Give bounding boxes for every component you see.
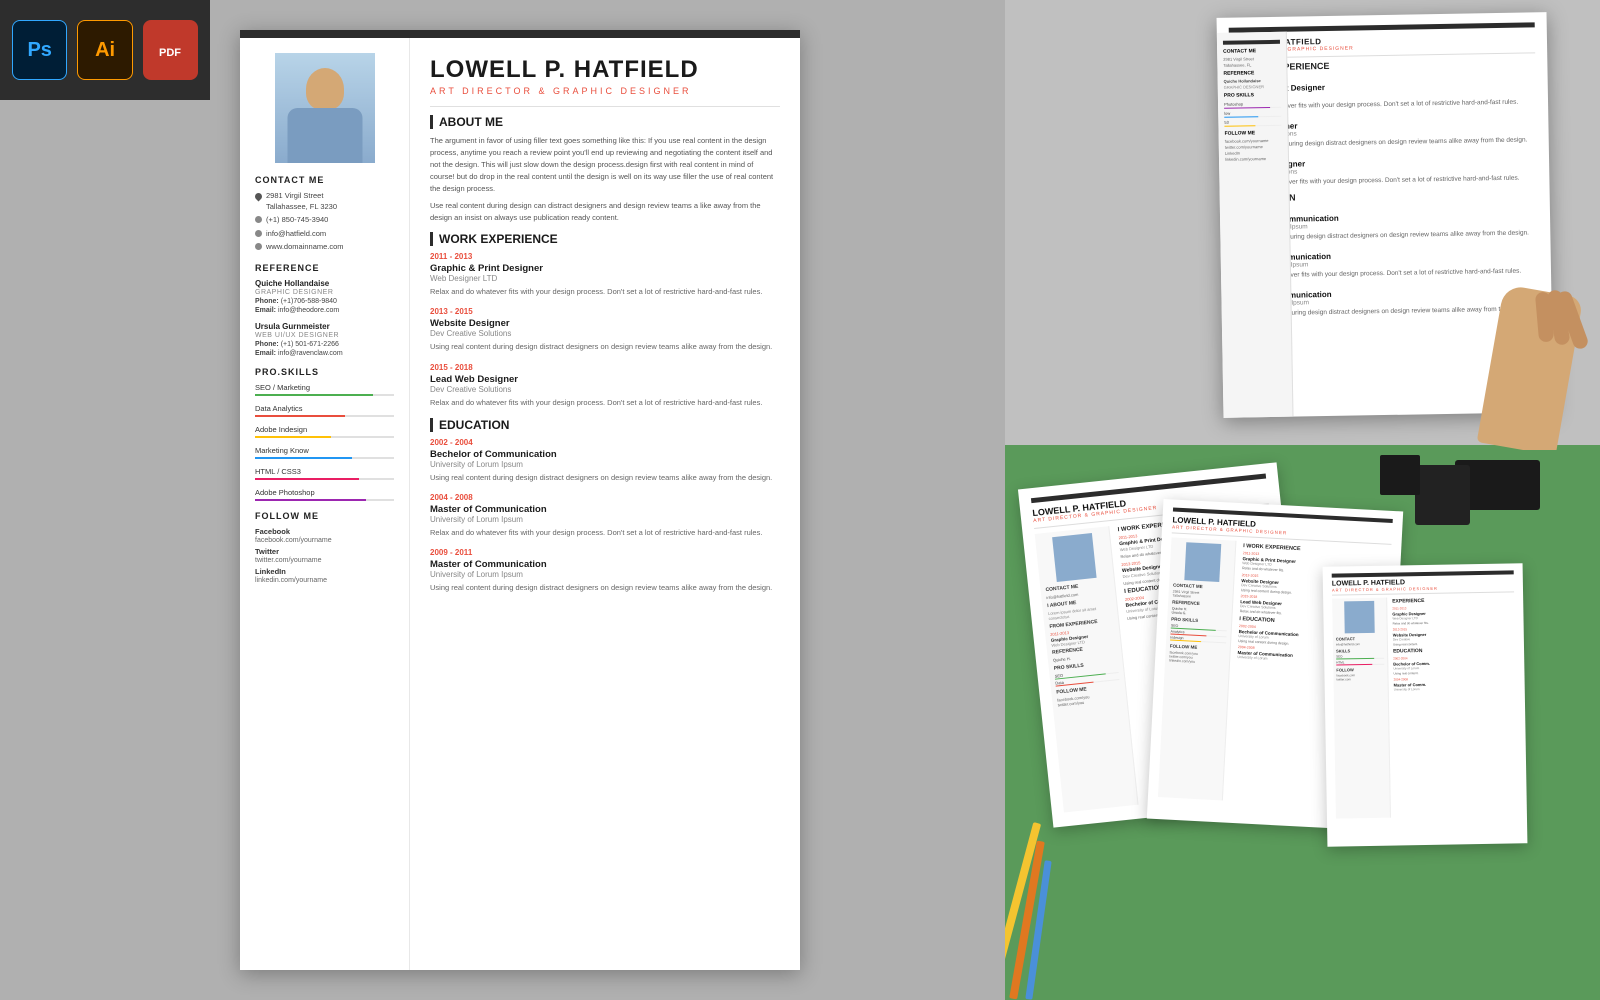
edu-item-0: 2002 - 2004 Bechelor of Communication Un… — [430, 438, 780, 483]
follow-heading: FOLLOW ME — [255, 511, 394, 521]
ref1-email: Email: info@theodore.com — [255, 307, 394, 314]
toolbar: Ps Ai PDF — [0, 0, 210, 100]
contact-email: info@hatfield.com — [255, 229, 394, 240]
contact-phone: (+1) 850-745-3940 — [255, 215, 394, 226]
header-divider — [430, 106, 780, 107]
contact-address: 2981 Virgil StreetTallahassee, FL 3230 — [255, 191, 394, 212]
ref2-email: Email: info@ravenclaw.com — [255, 350, 394, 357]
work-item-0: 2011 - 2013 Graphic & Print Designer Web… — [430, 252, 780, 297]
edu-item-2: 2009 - 2011 Master of Communication Univ… — [430, 548, 780, 593]
location-icon — [254, 192, 264, 202]
contact-heading: CONTACT ME — [255, 175, 394, 185]
ref1-name: Quiche Hollandaise — [255, 279, 394, 288]
green-preview-resume-3: LOWELL P. HATFIELD ART DIRECTOR & GRAPHI… — [1323, 563, 1528, 846]
right-panel-top: LOWELL P. HATFIELD ART DIRECTOR & GRAPHI… — [1005, 0, 1600, 450]
resume-header-bar — [240, 30, 800, 38]
ref1-phone: Phone: (+1)706-588-9840 — [255, 298, 394, 305]
ref2-phone: Phone: (+1) 501-671-2266 — [255, 341, 394, 348]
desk-item-3 — [1380, 455, 1420, 495]
phone-icon — [255, 216, 262, 223]
photoshop-icon[interactable]: Ps — [12, 20, 67, 80]
illustrator-icon[interactable]: Ai — [77, 20, 132, 80]
resume-name: LOWELL P. HATFIELD — [430, 58, 780, 82]
follow-facebook: Facebook facebook.com/yourname — [255, 527, 394, 544]
follow-twitter: Twitter twitter.com/yourname — [255, 547, 394, 564]
reference-heading: REFERENCE — [255, 263, 394, 273]
skill-photoshop: Adobe Photoshop — [255, 488, 394, 501]
work-heading: WORK EXPERIENCE — [430, 232, 780, 246]
skill-marketing: Marketing Know — [255, 446, 394, 459]
desk-item-2 — [1415, 465, 1470, 525]
svg-text:PDF: PDF — [159, 47, 181, 59]
work-item-1: 2013 - 2015 Website Designer Dev Creativ… — [430, 307, 780, 352]
follow-linkedin: LinkedIn linkedin.com/yourname — [255, 567, 394, 584]
contact-website: www.domainname.com — [255, 242, 394, 253]
about-text1: The argument in favor of using filler te… — [430, 135, 780, 195]
skill-data: Data Analytics — [255, 404, 394, 417]
profile-photo — [275, 53, 375, 163]
education-heading: EDUCATION — [430, 418, 780, 432]
skill-seo: SEO / Marketing — [255, 383, 394, 396]
resume-main-content: LOWELL P. HATFIELD ART DIRECTOR & GRAPHI… — [410, 38, 800, 970]
email-icon — [255, 230, 262, 237]
pdf-icon[interactable]: PDF — [143, 20, 198, 80]
skill-indesign: Adobe Indesign — [255, 425, 394, 438]
skill-html: HTML / CSS3 — [255, 467, 394, 480]
ref1-role: GRAPHIC DESIGNER — [255, 289, 394, 296]
skills-heading: PRO.SKILLS — [255, 367, 394, 377]
website-icon — [255, 243, 262, 250]
work-item-2: 2015 - 2018 Lead Web Designer Dev Creati… — [430, 363, 780, 408]
ref2-role: WEB UI/UX DESIGNER — [255, 332, 394, 339]
right-panel-bottom: LOWELL P. HATFIELD ART DIRECTOR & GRAPHI… — [1005, 445, 1600, 1000]
about-heading: ABOUT ME — [430, 115, 780, 129]
resume-title: ART DIRECTOR & GRAPHIC DESIGNER — [430, 86, 780, 96]
hand-decoration — [1460, 250, 1580, 450]
resume-document: CONTACT ME 2981 Virgil StreetTallahassee… — [240, 30, 800, 970]
about-text2: Use real content during design can distr… — [430, 200, 780, 224]
ref2-name: Ursula Gurnmeister — [255, 322, 394, 331]
edu-item-1: 2004 - 2008 Master of Communication Univ… — [430, 493, 780, 538]
resume-sidebar: CONTACT ME 2981 Virgil StreetTallahassee… — [240, 38, 410, 970]
